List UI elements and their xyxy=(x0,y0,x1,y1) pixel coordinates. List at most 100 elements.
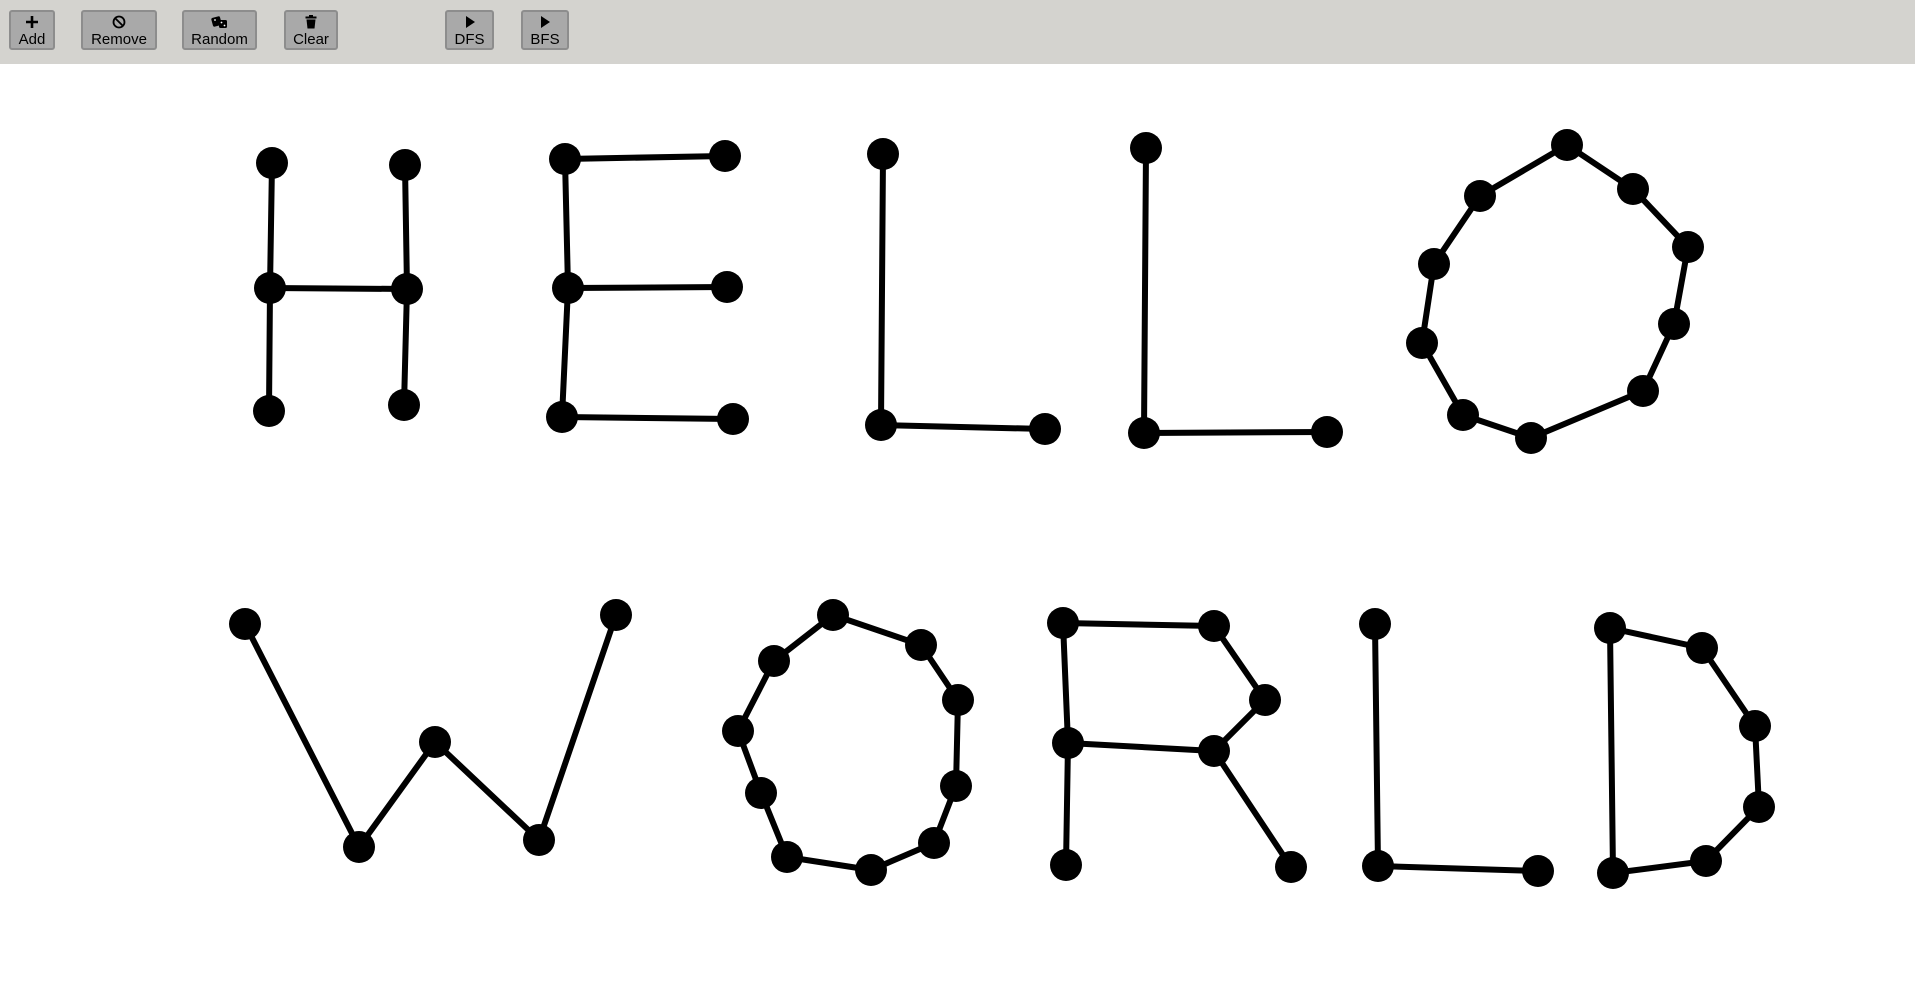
graph-node[interactable] xyxy=(1617,173,1649,205)
graph-edge[interactable] xyxy=(267,285,410,292)
graph-edge[interactable] xyxy=(1375,863,1541,874)
graph-node[interactable] xyxy=(1672,231,1704,263)
graph-node[interactable] xyxy=(1464,180,1496,212)
graph-node[interactable] xyxy=(1029,413,1061,445)
add-button[interactable]: Add xyxy=(9,10,55,50)
graph-edge[interactable] xyxy=(1372,621,1381,869)
graph-node[interactable] xyxy=(552,272,584,304)
graph-node[interactable] xyxy=(1359,608,1391,640)
graph-node[interactable] xyxy=(711,271,743,303)
graph-node[interactable] xyxy=(1130,132,1162,164)
graph-edge[interactable] xyxy=(242,621,362,850)
graph-edge[interactable] xyxy=(266,285,273,414)
graph-edge[interactable] xyxy=(562,153,728,162)
graph-node[interactable] xyxy=(1522,855,1554,887)
graph-node[interactable] xyxy=(1050,849,1082,881)
graph-node[interactable] xyxy=(709,140,741,172)
graph-edge[interactable] xyxy=(559,285,571,420)
graph-node[interactable] xyxy=(523,824,555,856)
graph-node[interactable] xyxy=(391,273,423,305)
graph-node[interactable] xyxy=(229,608,261,640)
graph-node[interactable] xyxy=(388,389,420,421)
graph-node[interactable] xyxy=(1406,327,1438,359)
graph-node[interactable] xyxy=(722,715,754,747)
graph-edge[interactable] xyxy=(1141,429,1330,436)
graph-node[interactable] xyxy=(1739,710,1771,742)
graph-node[interactable] xyxy=(771,841,803,873)
nodes-layer[interactable] xyxy=(229,129,1775,889)
graph-node[interactable] xyxy=(865,409,897,441)
graph-node[interactable] xyxy=(419,726,451,758)
graph-edge[interactable] xyxy=(432,739,542,843)
graph-node[interactable] xyxy=(256,147,288,179)
graph-node[interactable] xyxy=(1594,612,1626,644)
dfs-button[interactable]: DFS xyxy=(445,10,494,50)
graph-edge[interactable] xyxy=(402,162,410,292)
graph-drawing[interactable] xyxy=(0,64,1915,1007)
trash-icon xyxy=(302,15,320,31)
graph-node[interactable] xyxy=(254,272,286,304)
graph-node[interactable] xyxy=(1249,684,1281,716)
graph-edge[interactable] xyxy=(1607,625,1616,876)
graph-node[interactable] xyxy=(867,138,899,170)
graph-node[interactable] xyxy=(1275,851,1307,883)
graph-edge[interactable] xyxy=(559,414,736,422)
graph-node[interactable] xyxy=(1515,422,1547,454)
graph-node[interactable] xyxy=(1198,610,1230,642)
prohibit-icon xyxy=(110,15,128,31)
graph-node[interactable] xyxy=(905,629,937,661)
graph-node[interactable] xyxy=(745,777,777,809)
graph-node[interactable] xyxy=(546,401,578,433)
graph-edge[interactable] xyxy=(1528,388,1646,441)
graph-node[interactable] xyxy=(253,395,285,427)
bfs-button[interactable]: BFS xyxy=(521,10,569,50)
random-button-label: Random xyxy=(191,31,248,48)
graph-node[interactable] xyxy=(1311,416,1343,448)
graph-node[interactable] xyxy=(940,770,972,802)
graph-node[interactable] xyxy=(817,599,849,631)
graph-node[interactable] xyxy=(389,149,421,181)
graph-edge[interactable] xyxy=(1065,740,1217,754)
graph-node[interactable] xyxy=(1743,791,1775,823)
graph-node[interactable] xyxy=(549,143,581,175)
graph-node[interactable] xyxy=(918,827,950,859)
dice-icon xyxy=(210,15,229,31)
graph-edge[interactable] xyxy=(1060,620,1071,746)
graph-node[interactable] xyxy=(942,684,974,716)
graph-node[interactable] xyxy=(1047,607,1079,639)
graph-node[interactable] xyxy=(855,854,887,886)
graph-node[interactable] xyxy=(1447,399,1479,431)
graph-edge[interactable] xyxy=(1063,740,1071,868)
graph-edge[interactable] xyxy=(401,286,410,408)
graph-node[interactable] xyxy=(1362,850,1394,882)
graph-node[interactable] xyxy=(1658,308,1690,340)
graph-node[interactable] xyxy=(1128,417,1160,449)
graph-node[interactable] xyxy=(1198,735,1230,767)
graph-edge[interactable] xyxy=(878,151,886,428)
graph-node[interactable] xyxy=(758,645,790,677)
graph-edge[interactable] xyxy=(1141,145,1149,436)
graph-edge[interactable] xyxy=(536,612,619,843)
random-button[interactable]: Random xyxy=(182,10,257,50)
graph-node[interactable] xyxy=(600,599,632,631)
graph-node[interactable] xyxy=(1418,248,1450,280)
graph-node[interactable] xyxy=(717,403,749,435)
graph-node[interactable] xyxy=(1686,632,1718,664)
graph-edge[interactable] xyxy=(356,739,438,850)
graph-edge[interactable] xyxy=(1060,620,1217,629)
graph-node[interactable] xyxy=(1052,727,1084,759)
remove-button[interactable]: Remove xyxy=(81,10,157,50)
graph-node[interactable] xyxy=(1627,375,1659,407)
graph-node[interactable] xyxy=(1597,857,1629,889)
graph-edge[interactable] xyxy=(565,284,730,291)
graph-node[interactable] xyxy=(1551,129,1583,161)
clear-button[interactable]: Clear xyxy=(284,10,338,50)
graph-edge[interactable] xyxy=(562,156,571,291)
bfs-button-label: BFS xyxy=(530,31,560,48)
graph-edge[interactable] xyxy=(267,160,275,291)
graph-node[interactable] xyxy=(343,831,375,863)
graph-edge[interactable] xyxy=(1211,748,1294,870)
graph-edge[interactable] xyxy=(878,422,1048,432)
graph-node[interactable] xyxy=(1690,845,1722,877)
graph-canvas[interactable] xyxy=(0,64,1915,1007)
